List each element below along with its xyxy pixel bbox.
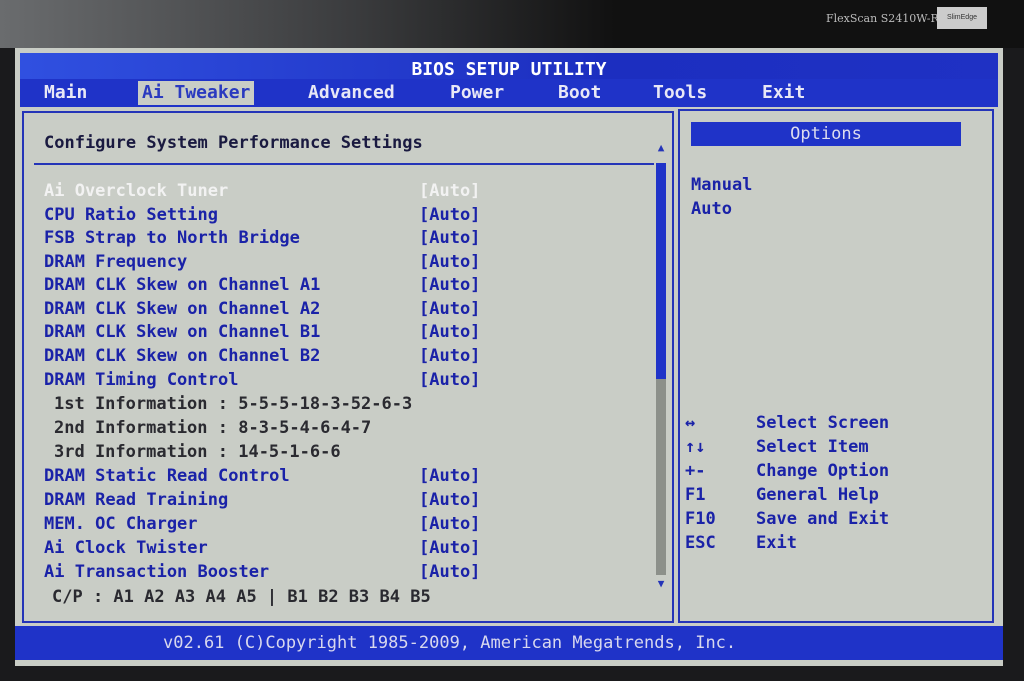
scroll-down-icon[interactable]: ▼ [655,577,667,590]
option-manual[interactable]: Manual [691,175,752,195]
timing-info-2: 2nd Information : 8-3-5-4-6-4-7 [54,418,372,438]
key-plus-minus: +- [685,461,706,481]
setting-value[interactable]: [Auto] [419,346,480,366]
setting-transaction-booster[interactable]: Ai Transaction Booster [44,562,269,582]
bios-title: BIOS SETUP UTILITY [20,53,998,80]
setting-cpu-ratio[interactable]: CPU Ratio Setting [44,205,218,225]
bios-screen: BIOS SETUP UTILITY Main Ai Tweaker Advan… [15,48,1003,666]
key-desc: General Help [756,485,879,505]
setting-value[interactable]: [Auto] [419,205,480,225]
tab-exit[interactable]: Exit [762,81,805,105]
panel-heading: Configure System Performance Settings [44,133,423,153]
setting-clock-twister[interactable]: Ai Clock Twister [44,538,208,558]
setting-value[interactable]: [Auto] [419,490,480,510]
tab-main[interactable]: Main [44,81,87,105]
setting-value[interactable]: [Auto] [419,228,480,248]
key-esc: ESC [685,533,716,553]
setting-value[interactable]: [Auto] [419,370,480,390]
setting-clk-skew-a2[interactable]: DRAM CLK Skew on Channel A2 [44,299,320,319]
tab-boot[interactable]: Boot [558,81,601,105]
settings-panel: Configure System Performance Settings Ai… [22,111,674,623]
menu-tabs: Main Ai Tweaker Advanced Power Boot Tool… [20,79,998,107]
setting-value[interactable]: [Auto] [419,562,480,582]
setting-value[interactable]: [Auto] [419,275,480,295]
setting-fsb-strap[interactable]: FSB Strap to North Bridge [44,228,300,248]
key-desc: Change Option [756,461,890,481]
setting-value[interactable]: [Auto] [419,466,480,486]
scroll-up-icon[interactable]: ▲ [655,141,667,154]
setting-dram-frequency[interactable]: DRAM Frequency [44,252,187,272]
key-f10: F10 [685,509,716,529]
key-desc: Exit [756,533,797,553]
key-desc: Select Item [756,437,869,457]
key-arrows-lr-icon: ↔ [685,413,696,433]
options-title: Options [691,122,961,146]
options-panel: Options Manual Auto ↔ Select Screen ↑↓ S… [678,109,994,623]
setting-value[interactable]: [Auto] [419,322,480,342]
scrollbar[interactable]: ▲ ▼ [655,141,667,593]
key-arrows-ud-icon: ↑↓ [685,437,706,457]
tab-ai-tweaker[interactable]: Ai Tweaker [138,81,255,105]
setting-value[interactable]: [Auto] [419,252,480,272]
scrollbar-thumb[interactable] [656,163,666,379]
divider [34,163,654,165]
option-auto[interactable]: Auto [691,199,732,219]
setting-clk-skew-b1[interactable]: DRAM CLK Skew on Channel B1 [44,322,320,342]
key-desc: Select Screen [756,413,890,433]
tab-advanced[interactable]: Advanced [308,81,395,105]
monitor-model: FlexScan S2410W-R [826,12,939,25]
setting-value[interactable]: [Auto] [419,538,480,558]
key-f1: F1 [685,485,706,505]
key-desc: Save and Exit [756,509,890,529]
monitor-badge: SlimEdge [937,7,987,29]
tab-tools[interactable]: Tools [653,81,707,105]
scrollbar-track[interactable] [656,379,666,575]
setting-value[interactable]: [Auto] [419,514,480,534]
setting-mem-oc-charger[interactable]: MEM. OC Charger [44,514,198,534]
setting-clk-skew-b2[interactable]: DRAM CLK Skew on Channel B2 [44,346,320,366]
setting-clk-skew-a1[interactable]: DRAM CLK Skew on Channel A1 [44,275,320,295]
setting-static-read[interactable]: DRAM Static Read Control [44,466,290,486]
setting-value[interactable]: [Auto] [419,299,480,319]
tab-power[interactable]: Power [450,81,504,105]
setting-ai-overclock-tuner[interactable]: Ai Overclock Tuner [44,181,228,201]
cp-line: C/P : A1 A2 A3 A4 A5 | B1 B2 B3 B4 B5 [52,587,431,607]
setting-dram-timing[interactable]: DRAM Timing Control [44,370,238,390]
setting-read-training[interactable]: DRAM Read Training [44,490,228,510]
setting-value[interactable]: [Auto] [419,181,480,201]
timing-info-3: 3rd Information : 14-5-1-6-6 [54,442,341,462]
timing-info-1: 1st Information : 5-5-5-18-3-52-6-3 [54,394,413,414]
copyright-footer: v02.61 (C)Copyright 1985-2009, American … [15,626,1003,660]
